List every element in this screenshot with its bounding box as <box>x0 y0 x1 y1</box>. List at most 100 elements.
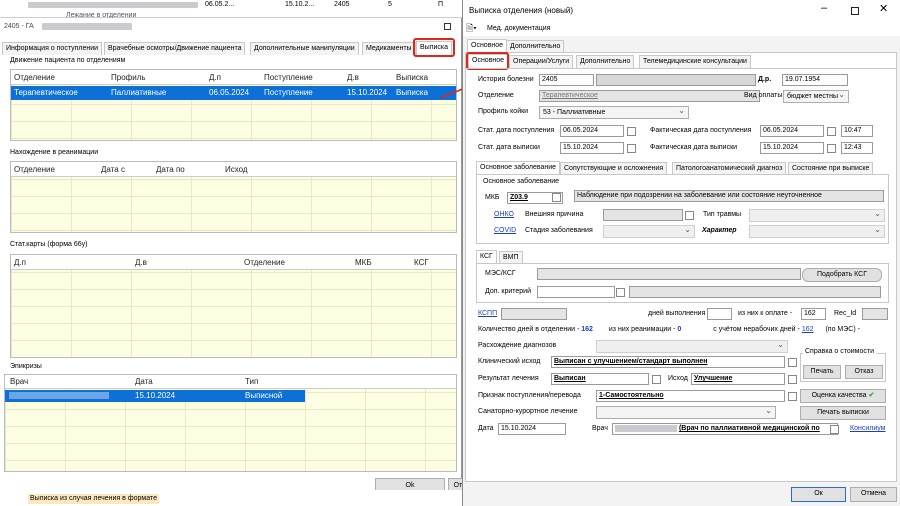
sign-checkbox[interactable] <box>788 392 797 401</box>
dob-input[interactable]: 19.07.1954 <box>782 74 848 86</box>
fact-in-time[interactable]: 10:47 <box>841 125 873 137</box>
fact-out-time[interactable]: 12:43 <box>841 142 873 154</box>
stat-out-checkbox[interactable] <box>627 144 636 153</box>
mes-input <box>537 268 801 280</box>
restore-button[interactable] <box>444 23 451 30</box>
ext-cause-input[interactable] <box>603 209 683 221</box>
table-header: Отделение Профиль Д.п Поступление Д.в Вы… <box>11 70 456 85</box>
doctor-input[interactable]: (Врач по паллиативной медицинской по <box>612 423 838 435</box>
tab-main[interactable]: Основное <box>467 39 508 53</box>
document-icon[interactable]: 🗎▾ <box>466 23 477 33</box>
outcome-checkbox[interactable] <box>788 375 797 384</box>
table-row[interactable]: Терапевтическое Паллиативные 06.05.2024 … <box>11 86 456 100</box>
fact-out-date[interactable]: 15.10.2024 <box>760 142 824 154</box>
date-input[interactable]: 15.10.2024 <box>498 423 566 435</box>
quality-button[interactable]: Оценка качества ✔ <box>800 389 886 403</box>
tab-manipulations[interactable]: Дополнительные манипуляции <box>250 42 359 55</box>
cell: Выписка <box>396 88 429 97</box>
fact-out-checkbox[interactable] <box>827 144 836 153</box>
nonwork-value[interactable]: 162 <box>802 326 814 333</box>
col-header: Дата <box>135 377 153 386</box>
cell: 15.10.2024 <box>347 88 388 97</box>
tab-medicines[interactable]: Медикаменты <box>362 42 416 55</box>
diag-tab-main[interactable]: Основное заболевание <box>476 161 561 175</box>
sanat-select[interactable] <box>596 406 776 419</box>
tab-telemedicine[interactable]: Телемедицинские консультации <box>639 55 751 68</box>
stat-in-input[interactable]: 06.05.2024 <box>560 125 624 137</box>
table-row[interactable]: 15.10.2024 Выписной <box>5 390 305 402</box>
trauma-label: Тип травмы <box>703 211 742 218</box>
tab-admission[interactable]: Информация о поступлении <box>2 42 103 55</box>
disc-select[interactable] <box>596 340 788 353</box>
sign-label: Признак поступления/перевода <box>478 392 581 399</box>
dialog-ok-button[interactable]: Ок <box>791 487 846 502</box>
sanat-label: Санаторно-курортное лечение <box>478 408 578 415</box>
epicrisis-table[interactable]: Врач Дата Тип 15.10.2024 Выписной <box>4 374 457 472</box>
doctor-checkbox[interactable] <box>830 425 839 434</box>
result-input[interactable]: Выписан <box>551 373 649 385</box>
cost-group: Справка о стоимости Печать Отказ <box>800 348 886 382</box>
cell: Выписной <box>245 391 283 400</box>
stat-out-input[interactable]: 15.10.2024 <box>560 142 624 154</box>
konsilium-link[interactable]: Консилиум <box>850 424 885 434</box>
print-discharge-button[interactable]: Печать выписки <box>800 406 886 420</box>
minimize-icon[interactable]: – <box>821 3 827 14</box>
sign-input[interactable]: 1-Самостоятельно <box>596 390 785 402</box>
extra-crit-checkbox[interactable] <box>616 288 625 297</box>
cell: Паллиативные <box>111 88 167 97</box>
reanimation-table[interactable]: Отделение Дата с Дата по Исход <box>10 161 457 233</box>
days-exec-input[interactable] <box>707 308 732 320</box>
fact-in-date[interactable]: 06.05.2024 <box>760 125 824 137</box>
statcards-table[interactable]: Д.п Д.в Отделение МКБ КСГ <box>10 254 457 358</box>
fact-in-checkbox[interactable] <box>827 127 836 136</box>
tab-operations[interactable]: Операции/Услуги <box>509 55 574 68</box>
profile-select[interactable]: 53 - Паллиативные <box>539 106 689 119</box>
menu-med-docs[interactable]: Мед. документация <box>487 24 550 34</box>
stat-in-checkbox[interactable] <box>627 127 636 136</box>
col-header: Д.п <box>14 258 26 267</box>
check-icon: ✔ <box>868 392 875 399</box>
result-label: Результат лечения <box>478 375 539 382</box>
top-cell: П <box>438 1 444 8</box>
clin-checkbox[interactable] <box>788 358 797 367</box>
doctor-label: Врач <box>592 425 608 432</box>
close-icon[interactable]: ✕ <box>879 4 888 15</box>
outcome-label: Исход <box>668 375 688 382</box>
history-input[interactable]: 2405 <box>539 74 594 86</box>
kspp-link[interactable]: КСПП <box>478 309 497 319</box>
stat-in-label: Стат. дата поступления <box>478 127 555 134</box>
onko-link[interactable]: ОНКО <box>494 210 514 220</box>
character-select[interactable] <box>749 225 885 238</box>
movement-table[interactable]: Отделение Профиль Д.п Поступление Д.в Вы… <box>10 69 457 141</box>
pay-select[interactable]: бюджет местны <box>783 90 849 103</box>
extra-crit-input[interactable] <box>537 286 615 298</box>
pick-ksg-button[interactable]: Подобрать КСГ <box>802 268 882 282</box>
tab-additional-2[interactable]: Дополнительно <box>576 55 635 68</box>
doctor-blurred <box>615 424 677 432</box>
doctor-value: (Врач по паллиативной медицинской по <box>678 425 820 432</box>
doctor-blurred <box>9 392 109 399</box>
col-header: Отделение <box>244 258 285 267</box>
tab-examinations[interactable]: Врачебные осмотры/Движение пациента <box>104 42 246 55</box>
outcome-value: Улучшение <box>694 375 733 382</box>
reanim-value: 0 <box>677 326 682 333</box>
ksg-tab[interactable]: КСГ <box>476 250 497 264</box>
covid-link[interactable]: COVID <box>494 226 516 236</box>
print-button[interactable]: Печать <box>803 365 841 379</box>
outcome-input[interactable]: Улучшение <box>691 373 785 385</box>
days-dept-label: Количество дней в отделении - <box>478 326 580 333</box>
maximize-icon[interactable] <box>851 7 859 15</box>
ext-cause-checkbox[interactable] <box>685 211 694 220</box>
mkb-label: МКБ <box>485 194 500 201</box>
stage-select[interactable] <box>603 225 695 238</box>
mkb-checkbox[interactable] <box>552 193 561 202</box>
col-header: Профиль <box>111 73 146 82</box>
result-checkbox[interactable] <box>652 375 661 384</box>
col-header: Отделение <box>14 73 55 82</box>
of-pay-input[interactable]: 162 <box>801 308 826 320</box>
refuse-button[interactable]: Отказ <box>845 365 883 379</box>
mkb-desc: Наблюдение при подозрении на заболевание… <box>574 190 884 202</box>
clin-input[interactable]: Выписан с улучшением/стандарт выполнен <box>551 356 785 368</box>
trauma-select[interactable] <box>749 209 885 222</box>
dialog-cancel-button[interactable]: Отмена <box>850 487 897 502</box>
